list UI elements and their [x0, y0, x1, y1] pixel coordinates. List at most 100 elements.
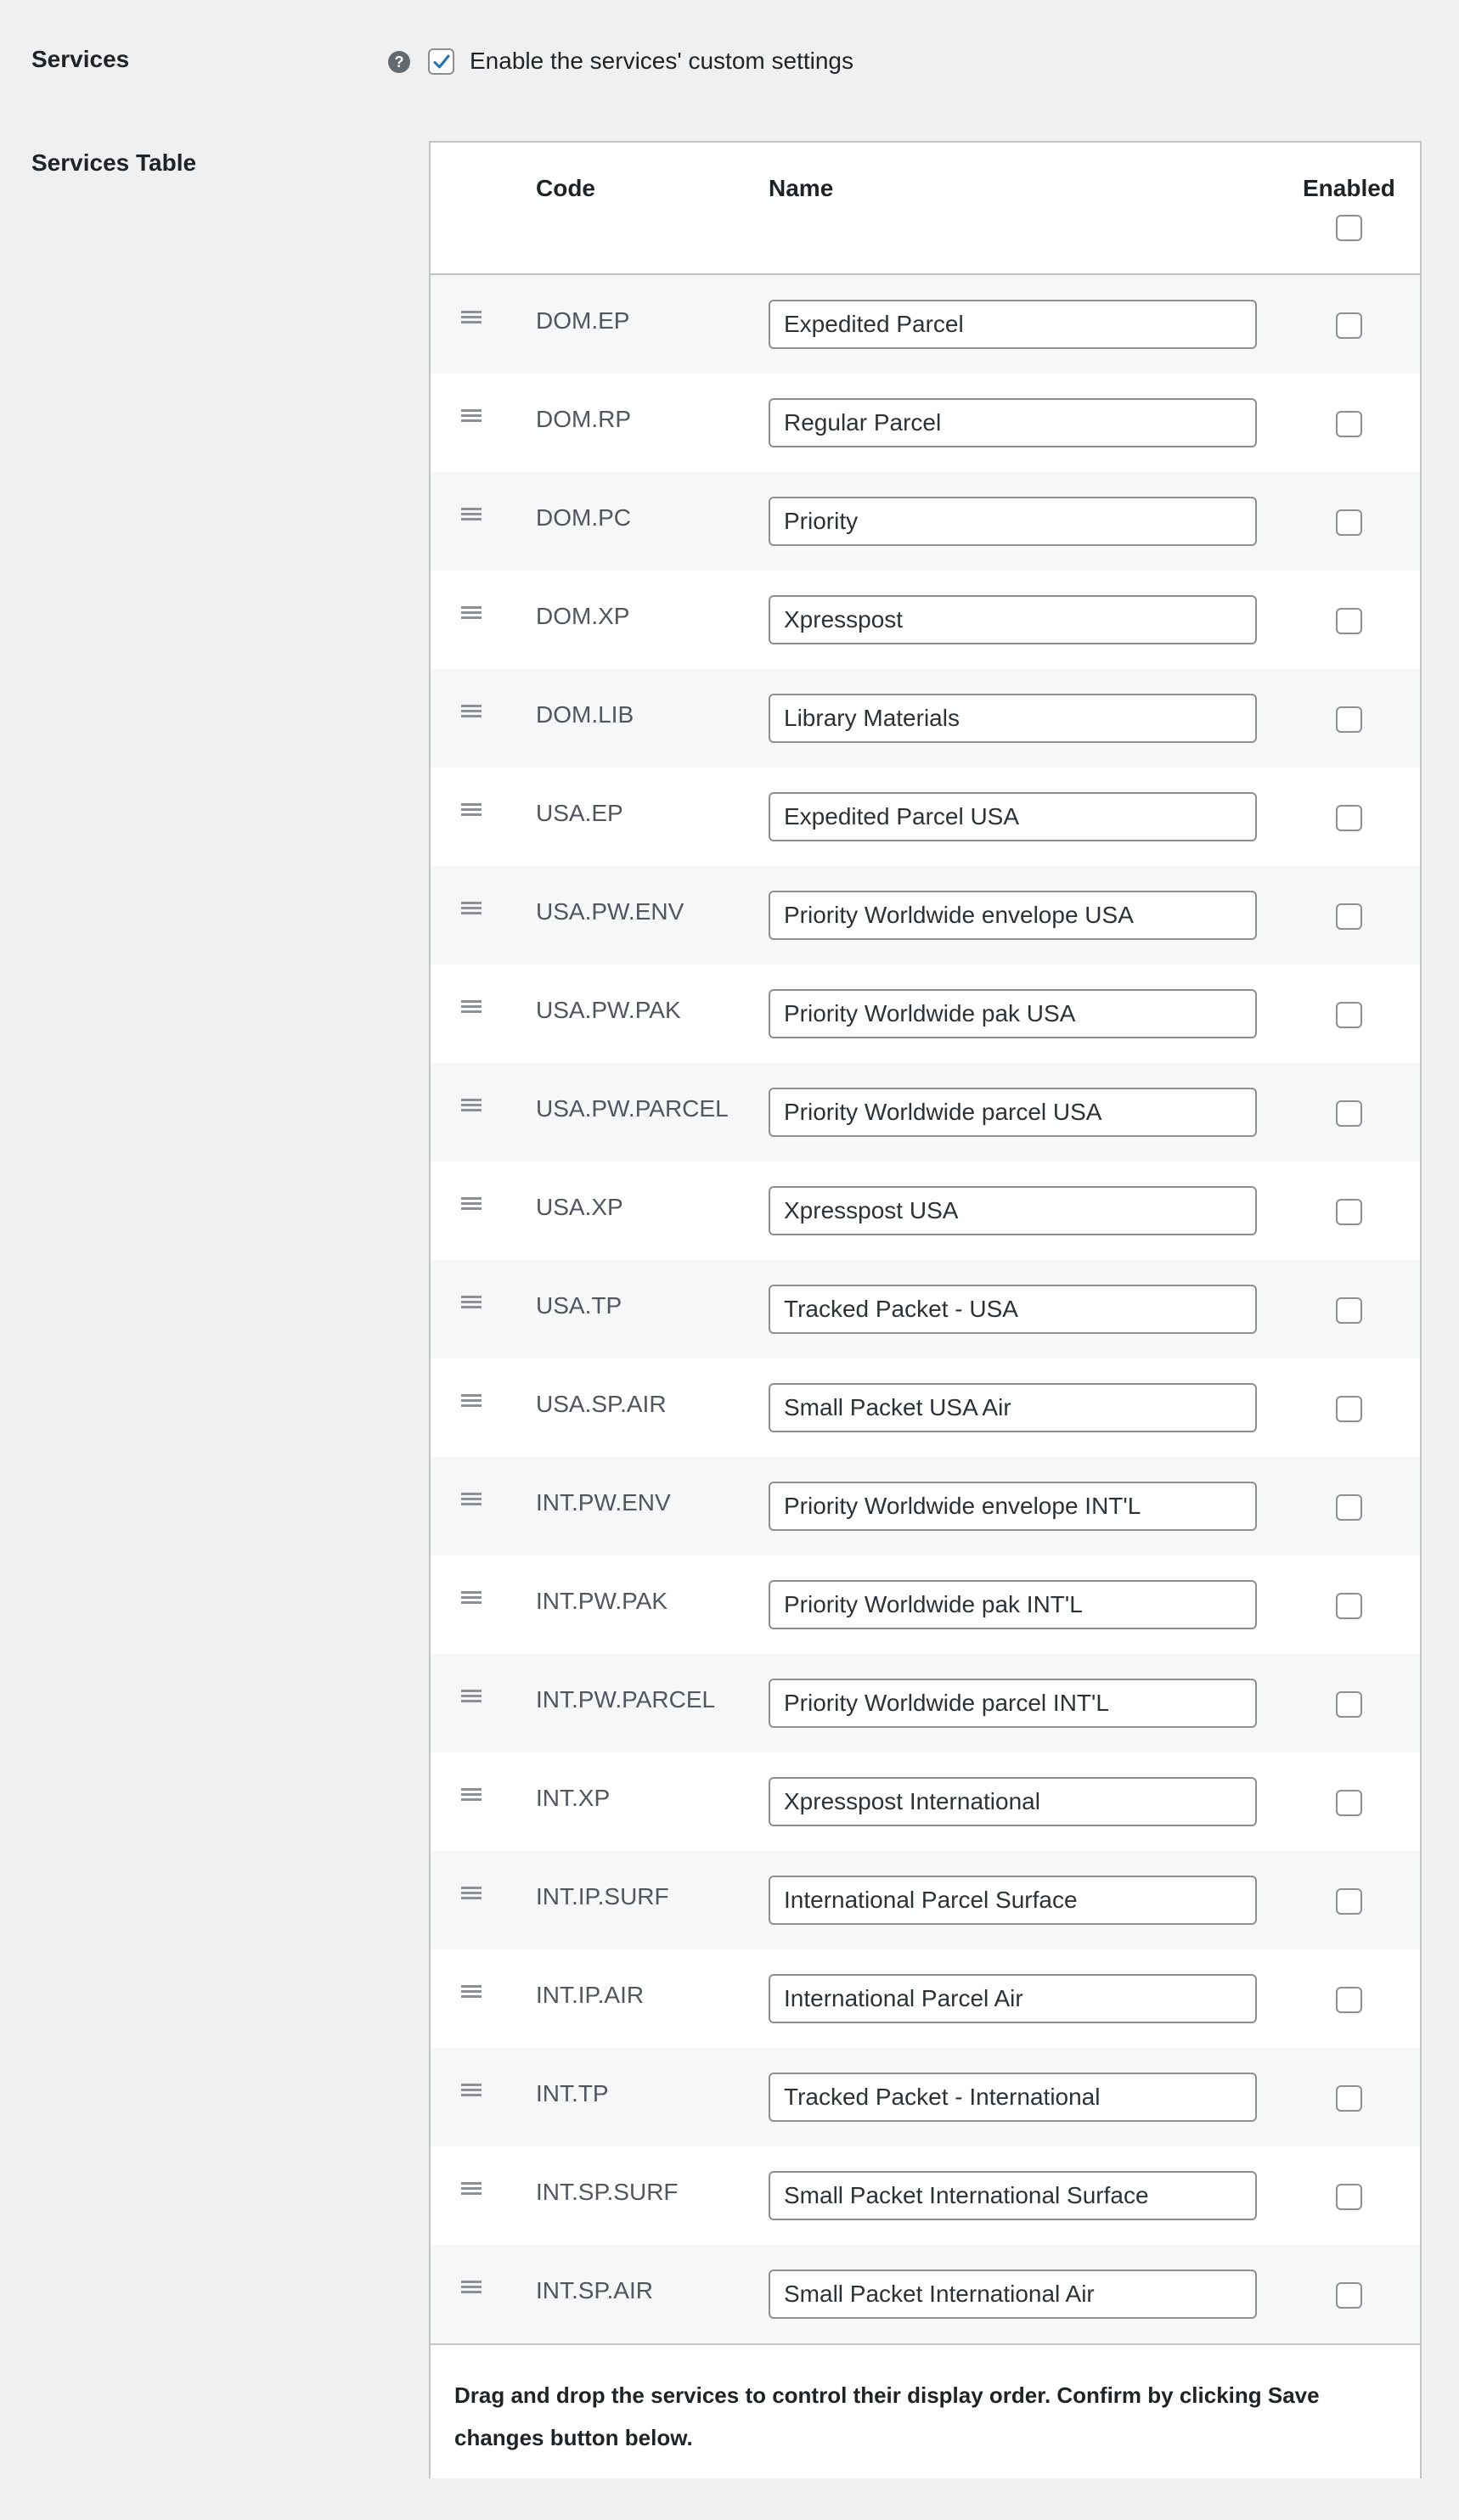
- service-enabled-checkbox[interactable]: [1336, 1593, 1362, 1619]
- column-header-name: Name: [769, 175, 834, 201]
- table-row[interactable]: INT.SP.SURF: [431, 2146, 1420, 2245]
- drag-handle-icon[interactable]: [461, 1197, 482, 1212]
- select-all-enabled-checkbox[interactable]: [1336, 215, 1362, 241]
- service-name-input[interactable]: [769, 1088, 1257, 1137]
- service-name-input[interactable]: [769, 497, 1257, 546]
- drag-handle-icon[interactable]: [461, 1296, 482, 1311]
- table-row[interactable]: INT.PW.ENV: [431, 1457, 1420, 1555]
- service-code: INT.XP: [536, 1785, 611, 1811]
- drag-handle-icon[interactable]: [461, 2084, 482, 2099]
- drag-handle-icon[interactable]: [461, 803, 482, 818]
- table-row[interactable]: INT.IP.SURF: [431, 1851, 1420, 1949]
- table-row[interactable]: INT.SP.AIR: [431, 2245, 1420, 2343]
- table-row[interactable]: USA.PW.PARCEL: [431, 1063, 1420, 1162]
- table-row[interactable]: DOM.XP: [431, 571, 1420, 669]
- table-row[interactable]: USA.SP.AIR: [431, 1358, 1420, 1457]
- drag-handle-icon[interactable]: [461, 1099, 482, 1114]
- table-row[interactable]: USA.XP: [431, 1162, 1420, 1260]
- table-row[interactable]: INT.PW.PAK: [431, 1555, 1420, 1654]
- services-table-label: Services Table: [31, 149, 197, 176]
- service-enabled-checkbox[interactable]: [1336, 411, 1362, 437]
- service-enabled-checkbox[interactable]: [1336, 1396, 1362, 1422]
- table-row[interactable]: DOM.RP: [431, 374, 1420, 472]
- enable-custom-settings-checkbox[interactable]: [428, 48, 454, 75]
- service-name-input[interactable]: [769, 1383, 1257, 1432]
- drag-handle-icon[interactable]: [461, 1394, 482, 1409]
- table-row[interactable]: INT.PW.PARCEL: [431, 1654, 1420, 1752]
- service-name-input[interactable]: [769, 1580, 1257, 1629]
- service-name-input[interactable]: [769, 1186, 1257, 1235]
- drag-handle-icon[interactable]: [461, 2182, 482, 2197]
- table-row[interactable]: USA.PW.PAK: [431, 965, 1420, 1063]
- service-enabled-checkbox[interactable]: [1336, 608, 1362, 634]
- drag-handle-icon[interactable]: [461, 902, 482, 917]
- service-name-input[interactable]: [769, 1876, 1257, 1925]
- service-name-input[interactable]: [769, 1482, 1257, 1531]
- service-enabled-checkbox[interactable]: [1336, 1199, 1362, 1225]
- drag-handle-icon[interactable]: [461, 1690, 482, 1705]
- service-code: INT.PW.ENV: [536, 1489, 671, 1516]
- drag-handle-icon[interactable]: [461, 1788, 482, 1803]
- service-name-input[interactable]: [769, 1285, 1257, 1334]
- table-row[interactable]: INT.XP: [431, 1752, 1420, 1851]
- service-name-input[interactable]: [769, 1679, 1257, 1728]
- service-name-input[interactable]: [769, 2073, 1257, 2122]
- service-enabled-checkbox[interactable]: [1336, 2184, 1362, 2210]
- drag-handle-icon[interactable]: [461, 1000, 482, 1015]
- service-name-input[interactable]: [769, 1974, 1257, 2023]
- column-header-code: Code: [536, 175, 595, 201]
- service-code: INT.SP.AIR: [536, 2277, 653, 2303]
- drag-handle-icon[interactable]: [461, 409, 482, 425]
- service-enabled-checkbox[interactable]: [1336, 1790, 1362, 1816]
- service-enabled-checkbox[interactable]: [1336, 1888, 1362, 1915]
- service-name-input[interactable]: [769, 595, 1257, 644]
- service-code: DOM.EP: [536, 307, 630, 334]
- service-name-input[interactable]: [769, 694, 1257, 743]
- drag-handle-icon[interactable]: [461, 1887, 482, 1902]
- service-name-input[interactable]: [769, 989, 1257, 1038]
- service-enabled-checkbox[interactable]: [1336, 706, 1362, 733]
- service-enabled-checkbox[interactable]: [1336, 509, 1362, 536]
- service-code: INT.IP.AIR: [536, 1982, 645, 2008]
- service-name-input[interactable]: [769, 891, 1257, 940]
- table-row[interactable]: DOM.EP: [431, 275, 1420, 374]
- enable-custom-settings[interactable]: Enable the services' custom settings: [428, 48, 853, 75]
- drag-handle-icon[interactable]: [461, 1493, 482, 1508]
- table-row[interactable]: INT.TP: [431, 2048, 1420, 2146]
- table-body: DOM.EP DOM.RP DOM.PC DOM.XP DOM.LIB USA.EP USA…: [431, 275, 1420, 2343]
- service-enabled-checkbox[interactable]: [1336, 1494, 1362, 1521]
- service-enabled-checkbox[interactable]: [1336, 1691, 1362, 1718]
- service-enabled-checkbox[interactable]: [1336, 903, 1362, 930]
- service-enabled-checkbox[interactable]: [1336, 1987, 1362, 2013]
- drag-handle-icon[interactable]: [461, 606, 482, 622]
- service-enabled-checkbox[interactable]: [1336, 1002, 1362, 1028]
- service-enabled-checkbox[interactable]: [1336, 2085, 1362, 2112]
- question-mark-icon[interactable]: ?: [388, 51, 410, 73]
- service-name-input[interactable]: [769, 1777, 1257, 1826]
- drag-handle-icon[interactable]: [461, 1985, 482, 2000]
- table-row[interactable]: USA.PW.ENV: [431, 866, 1420, 965]
- service-enabled-checkbox[interactable]: [1336, 1100, 1362, 1127]
- service-enabled-checkbox[interactable]: [1336, 805, 1362, 831]
- service-name-input[interactable]: [769, 398, 1257, 447]
- drag-handle-icon[interactable]: [461, 311, 482, 326]
- service-code: INT.PW.PARCEL: [536, 1686, 716, 1713]
- service-name-input[interactable]: [769, 300, 1257, 349]
- table-row[interactable]: INT.IP.AIR: [431, 1949, 1420, 2048]
- table-row[interactable]: DOM.LIB: [431, 669, 1420, 768]
- table-row[interactable]: USA.EP: [431, 768, 1420, 866]
- services-label: Services: [31, 46, 130, 72]
- service-name-input[interactable]: [769, 2270, 1257, 2319]
- service-enabled-checkbox[interactable]: [1336, 2282, 1362, 2309]
- enable-custom-settings-label: Enable the services' custom settings: [470, 48, 854, 74]
- drag-handle-icon[interactable]: [461, 705, 482, 720]
- drag-handle-icon[interactable]: [461, 508, 482, 523]
- service-name-input[interactable]: [769, 792, 1257, 841]
- drag-handle-icon[interactable]: [461, 2281, 482, 2296]
- service-enabled-checkbox[interactable]: [1336, 312, 1362, 339]
- drag-handle-icon[interactable]: [461, 1591, 482, 1606]
- service-enabled-checkbox[interactable]: [1336, 1297, 1362, 1324]
- service-name-input[interactable]: [769, 2171, 1257, 2220]
- table-row[interactable]: DOM.PC: [431, 472, 1420, 571]
- table-row[interactable]: USA.TP: [431, 1260, 1420, 1358]
